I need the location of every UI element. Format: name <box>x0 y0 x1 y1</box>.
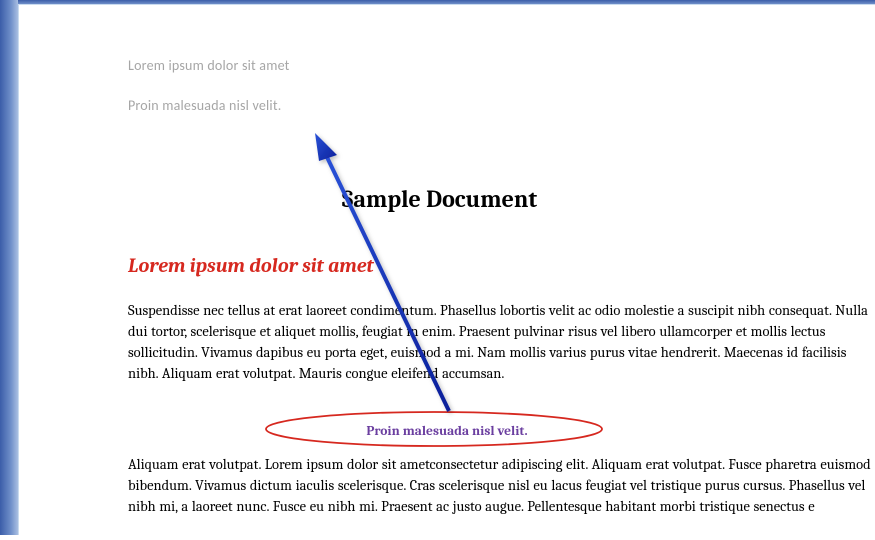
header-line-2: Proin malesuada nisl velit. <box>128 97 290 115</box>
section-heading: Lorem ipsum dolor sit amet <box>128 254 374 277</box>
callout-text: Proin malesuada nisl velit. <box>330 420 563 445</box>
body-paragraph-2: Aliquam erat volutpat. Lorem ipsum dolor… <box>128 454 875 517</box>
body-paragraph-1: Suspendisse nec tellus at erat laoreet c… <box>128 300 875 384</box>
callout-container: Proin malesuada nisl velit. <box>19 420 875 445</box>
page-header: Lorem ipsum dolor sit amet Proin malesua… <box>128 57 290 137</box>
document-title: Sample Document <box>19 185 860 213</box>
header-line-1: Lorem ipsum dolor sit amet <box>128 57 290 75</box>
window-chrome-left <box>0 0 18 535</box>
document-page[interactable]: Lorem ipsum dolor sit amet Proin malesua… <box>19 5 875 535</box>
